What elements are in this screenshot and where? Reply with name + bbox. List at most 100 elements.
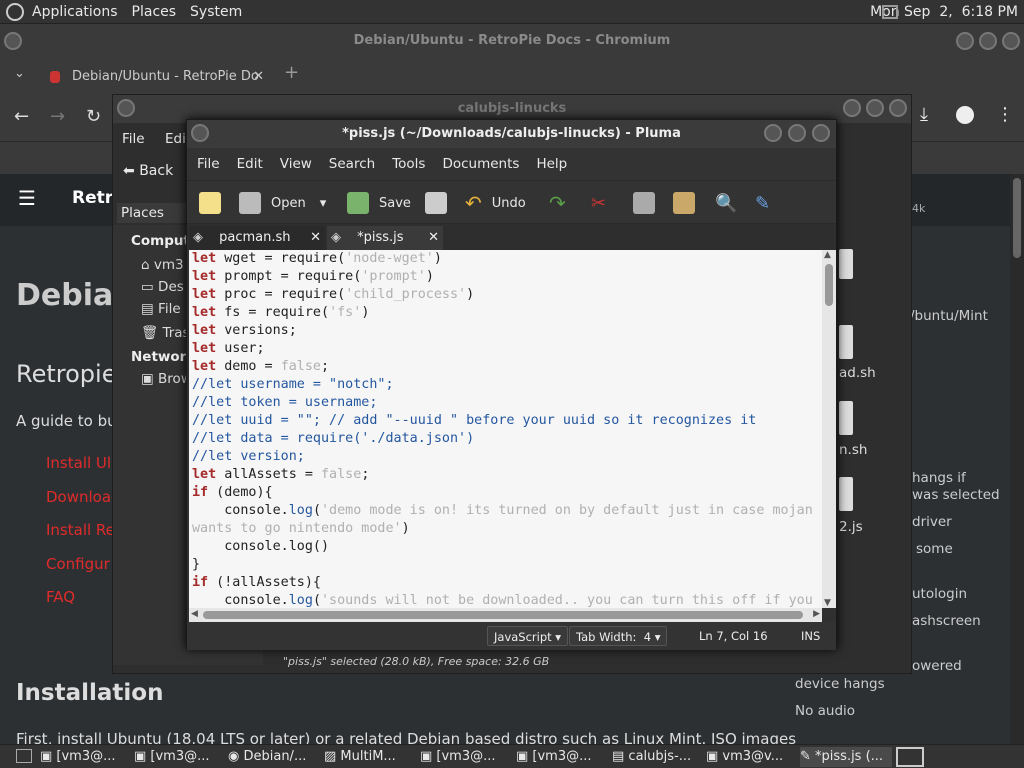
file-menu[interactable]: File xyxy=(122,131,145,147)
code-line[interactable]: } xyxy=(192,556,813,574)
code-line[interactable]: if (demo){ xyxy=(192,484,813,502)
minimize-icon[interactable] xyxy=(956,32,974,50)
copy-button[interactable] xyxy=(633,190,655,216)
close-icon[interactable] xyxy=(1002,32,1020,50)
toc-link-download[interactable]: Download xyxy=(46,488,121,506)
minimize-icon[interactable] xyxy=(843,99,861,117)
sidebar-item-vm3[interactable]: ⌂ vm3 xyxy=(141,257,184,273)
distro-logo-icon[interactable] xyxy=(6,2,24,21)
maximize-icon[interactable] xyxy=(788,124,806,142)
editor-horizontal-scrollbar[interactable]: ◀ ▶ xyxy=(189,608,822,622)
download-icon[interactable]: ⤓ xyxy=(920,104,928,125)
tab-pacman-sh[interactable]: ◈ pacman.sh ✕ xyxy=(189,226,325,250)
back-arrow-icon[interactable]: ← xyxy=(14,106,29,127)
scroll-left-arrow-icon[interactable]: ◀ xyxy=(191,609,198,619)
menu-search[interactable]: Search xyxy=(329,156,375,172)
code-text[interactable]: let wget = require('node-wget') let promp… xyxy=(192,250,813,608)
workspace-switcher-icon[interactable] xyxy=(882,5,898,19)
toc-item[interactable]: No audio xyxy=(795,703,855,719)
tab-close-icon[interactable]: ✕ xyxy=(253,62,264,92)
cut-button[interactable]: ✂ xyxy=(591,190,606,216)
toc-link-install-retropie[interactable]: Install Re xyxy=(46,521,115,539)
code-line[interactable]: //let version; xyxy=(192,448,813,466)
toc-link-configure[interactable]: Configur xyxy=(46,555,110,573)
minimize-icon[interactable] xyxy=(764,124,782,142)
show-desktop-icon[interactable] xyxy=(16,749,32,763)
task-terminal-4[interactable]: ▣ [vm3@... xyxy=(516,747,606,767)
code-editor[interactable]: let wget = require('node-wget') let promp… xyxy=(189,250,822,608)
replace-button[interactable]: ✎ xyxy=(755,190,770,216)
places-menu[interactable]: Places xyxy=(132,4,177,20)
toc-item[interactable]: ashscreen xyxy=(912,613,981,629)
window-menu-icon[interactable] xyxy=(4,32,22,50)
code-line[interactable]: //let data = require('./data.json') xyxy=(192,430,813,448)
code-line[interactable]: let prompt = require('prompt') xyxy=(192,268,813,286)
forward-arrow-icon[interactable]: → xyxy=(50,106,65,127)
scroll-up-arrow-icon[interactable]: ▲ xyxy=(824,250,831,260)
toc-item[interactable]: /buntu/Mint xyxy=(910,308,988,324)
toc-item[interactable]: was selected xyxy=(912,487,1000,503)
task-pluma[interactable]: ✎ *piss.js (... xyxy=(800,747,892,767)
file-icon[interactable] xyxy=(839,477,853,511)
code-line[interactable]: wants to go nintendo mode') xyxy=(192,520,813,538)
save-button[interactable]: Save xyxy=(347,190,411,216)
tab-close-icon[interactable]: ✕ xyxy=(310,226,321,250)
toc-item[interactable]: hangs if xyxy=(912,470,966,486)
toc-item[interactable]: device hangs xyxy=(795,676,885,692)
menu-help[interactable]: Help xyxy=(536,156,567,172)
code-line[interactable]: //let token = username; xyxy=(192,394,813,412)
task-terminal-2[interactable]: ▣ [vm3@... xyxy=(134,747,222,767)
toc-item[interactable]: utologin xyxy=(912,586,967,602)
window-menu-icon[interactable] xyxy=(191,124,209,142)
scrollbar-thumb[interactable] xyxy=(203,611,803,619)
open-recent-chevron-icon[interactable]: ▾ xyxy=(320,196,327,211)
close-icon[interactable] xyxy=(889,99,907,117)
sidebar-item-browse-network[interactable]: ▣ Brow xyxy=(141,371,192,387)
code-line[interactable]: let proc = require('child_process') xyxy=(192,286,813,304)
file-item-name[interactable]: n.sh xyxy=(839,442,867,458)
menu-edit[interactable]: Edit xyxy=(237,156,263,172)
task-file-manager[interactable]: ▤ calubjs-... xyxy=(612,747,700,767)
toc-link-install-ubuntu[interactable]: Install Ul xyxy=(46,454,111,472)
back-button[interactable]: ⬅ Back xyxy=(123,163,173,179)
code-line[interactable]: let versions; xyxy=(192,322,813,340)
code-line[interactable]: let fs = require('fs') xyxy=(192,304,813,322)
toc-item[interactable]: owered xyxy=(912,658,962,674)
menu-tools[interactable]: Tools xyxy=(392,156,425,172)
toc-item[interactable]: driver xyxy=(912,514,952,530)
scroll-right-arrow-icon[interactable]: ▶ xyxy=(813,609,820,619)
toc-link-faq[interactable]: FAQ xyxy=(46,588,75,606)
maximize-icon[interactable] xyxy=(866,99,884,117)
scrollbar-thumb[interactable] xyxy=(825,264,833,306)
code-line[interactable]: let wget = require('node-wget') xyxy=(192,250,813,268)
file-icon[interactable] xyxy=(839,401,853,435)
sidebar-item-filesystem[interactable]: ▤ File xyxy=(141,301,181,317)
new-tab-icon[interactable]: + xyxy=(284,62,299,83)
close-icon[interactable] xyxy=(812,124,830,142)
task-terminal-3[interactable]: ▣ [vm3@... xyxy=(420,747,510,767)
page-scrollbar[interactable] xyxy=(1010,174,1024,744)
file-icon[interactable] xyxy=(839,325,853,359)
scroll-down-arrow-icon[interactable]: ▼ xyxy=(824,598,831,608)
menu-documents[interactable]: Documents xyxy=(442,156,519,172)
find-button[interactable]: 🔍 xyxy=(715,190,737,216)
maximize-icon[interactable] xyxy=(979,32,997,50)
task-terminal-1[interactable]: ▣ [vm3@... xyxy=(40,747,128,767)
sidebar-item-trash[interactable]: 🗑 Tras xyxy=(141,325,190,341)
code-line[interactable]: console.log() xyxy=(192,538,813,556)
hamburger-menu-icon[interactable]: ☰ xyxy=(18,186,36,210)
window-menu-icon[interactable] xyxy=(117,99,135,117)
reload-icon[interactable]: ↻ xyxy=(86,106,101,127)
places-selector[interactable]: Places xyxy=(117,203,187,223)
task-terminal-5[interactable]: ▣ vm3@v... xyxy=(706,747,794,767)
menu-view[interactable]: View xyxy=(280,156,312,172)
tab-close-icon[interactable]: ✕ xyxy=(428,226,439,250)
task-multimc[interactable]: ▨ MultiM... xyxy=(324,747,412,767)
editor-vertical-scrollbar[interactable]: ▲ ▼ xyxy=(822,250,836,608)
code-line[interactable]: let allAssets = false; xyxy=(192,466,813,484)
task-chromium[interactable]: ◉ Debian/... xyxy=(228,747,318,767)
menu-file[interactable]: File xyxy=(197,156,220,172)
workspace-indicator[interactable] xyxy=(896,747,924,767)
paste-button[interactable] xyxy=(673,190,695,216)
profile-icon[interactable] xyxy=(956,106,974,124)
